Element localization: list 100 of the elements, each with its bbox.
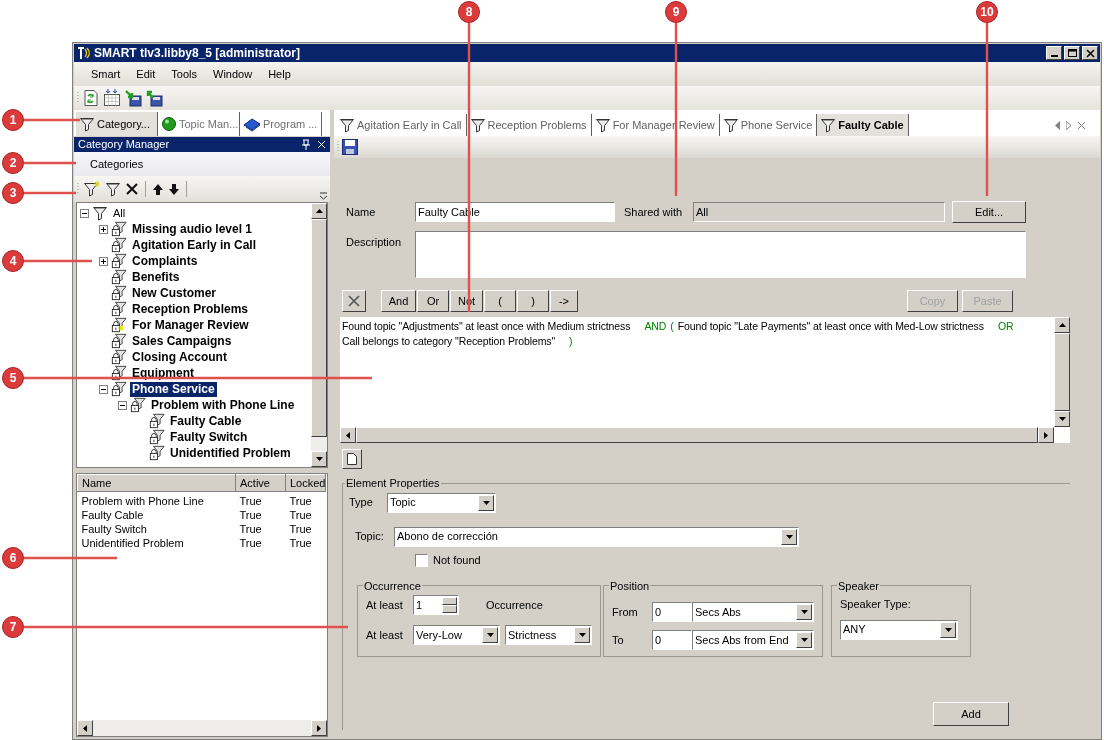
panel-tab[interactable]: Category... — [76, 112, 158, 136]
tree-item[interactable]: Complaints — [130, 253, 200, 269]
scroll-left-button[interactable] — [77, 720, 93, 736]
table-cell: Problem with Phone Line — [77, 491, 236, 508]
scrollbar-thumb[interactable] — [1054, 333, 1070, 411]
expand-icon[interactable] — [99, 224, 108, 234]
menu-item[interactable]: Window — [205, 63, 261, 85]
column-header[interactable]: Locked — [285, 474, 326, 492]
caret-icon — [482, 500, 490, 505]
table-cell-text: Unidentified Problem — [80, 536, 185, 550]
field-label: Name — [346, 204, 377, 220]
collapse-icon[interactable] — [80, 208, 89, 218]
edit-button[interactable]: Edit... — [952, 201, 1026, 223]
disk-arrow-icon[interactable] — [124, 89, 142, 107]
collapse-icon[interactable] — [99, 384, 108, 394]
level-dropdown[interactable]: Very-Low — [413, 625, 500, 645]
tree-item[interactable]: All — [111, 205, 128, 221]
expand-icon[interactable] — [99, 256, 108, 266]
tree-item[interactable]: Reception Problems — [130, 301, 251, 317]
column-header[interactable]: Active — [235, 474, 286, 492]
operator-button[interactable]: And — [381, 290, 416, 312]
funnel-star-icon[interactable] — [83, 180, 101, 198]
scroll-up-button[interactable] — [1054, 317, 1070, 333]
up-arrow-icon[interactable] — [152, 182, 164, 196]
maximize-button[interactable] — [1064, 46, 1080, 60]
shared-with-field[interactable]: All — [693, 202, 945, 222]
tree-item[interactable]: Problem with Phone Line — [149, 397, 297, 413]
menu-item[interactable]: Smart — [83, 63, 129, 85]
window-title: SMART tlv3.libby8_5 [administrator] — [94, 45, 301, 62]
scroll-right-button[interactable] — [311, 720, 327, 736]
caret-icon — [800, 638, 808, 642]
operator-button[interactable]: -> — [550, 290, 578, 312]
callout-marker: 6 — [2, 547, 24, 569]
new-element-button[interactable] — [342, 449, 362, 469]
column-header[interactable]: Name — [77, 474, 236, 492]
minimize-button[interactable] — [1046, 46, 1062, 60]
right-arrow-icon — [1044, 431, 1048, 439]
refresh-document-icon[interactable] — [82, 89, 100, 107]
unit-dropdown[interactable]: Secs Abs from End — [692, 630, 814, 650]
operator-button[interactable]: ) — [517, 290, 549, 312]
tree-item[interactable]: Benefits — [130, 269, 182, 285]
collapse-icon[interactable] — [118, 400, 127, 410]
operator-button[interactable]: ( — [484, 290, 516, 312]
table-cell-text: True — [238, 508, 263, 522]
scroll-right-button[interactable] — [1038, 427, 1054, 443]
tree-item[interactable]: Sales Campaigns — [130, 333, 234, 349]
operator-keyword: ) — [569, 334, 573, 349]
type-dropdown[interactable]: Topic — [387, 492, 496, 513]
tree-item[interactable]: Phone Service — [130, 381, 217, 397]
strictness-dropdown[interactable]: Strictness — [505, 625, 592, 645]
scroll-down-button[interactable] — [311, 451, 327, 467]
to-field[interactable]: 0 — [652, 630, 692, 650]
callout-marker: 10 — [976, 1, 998, 23]
callout-marker: 5 — [2, 367, 24, 389]
table-cell: True — [235, 491, 286, 508]
scroll-left-icon[interactable] — [1055, 120, 1060, 130]
selection-dropdown[interactable]: Abono de corrección — [394, 526, 799, 547]
down-arrow-icon[interactable] — [168, 182, 180, 196]
tree-item[interactable]: Agitation Early in Call — [130, 237, 259, 253]
tree-item[interactable]: Missing audio level 1 — [130, 221, 255, 237]
funnel-icon[interactable] — [105, 181, 121, 197]
tree-item[interactable]: For Manager Review — [130, 317, 251, 333]
field-label: Occurrence — [486, 597, 543, 613]
operator-button[interactable]: Or — [417, 290, 449, 312]
table-cell-text: True — [238, 536, 263, 550]
tree-item[interactable]: Unidentified Problem — [168, 445, 293, 461]
grid-arrow-icon[interactable] — [103, 89, 121, 107]
scroll-up-button[interactable] — [311, 203, 327, 219]
tree-item[interactable]: Equipment — [130, 365, 196, 381]
scrollbar-thumb[interactable] — [311, 219, 327, 437]
description-field[interactable] — [415, 231, 1026, 278]
tree-item[interactable]: Closing Account — [130, 349, 229, 365]
tree-item[interactable]: Faulty Switch — [168, 429, 250, 445]
delete-icon[interactable] — [125, 182, 139, 196]
menu-item[interactable]: Edit — [128, 63, 164, 85]
from-field[interactable]: 0 — [652, 602, 692, 622]
checkbox[interactable] — [415, 554, 428, 567]
spinner-field[interactable]: 1 — [413, 595, 459, 615]
table-cell: True — [285, 491, 326, 508]
add-button[interactable]: Add — [933, 702, 1009, 726]
scroll-right-icon[interactable] — [1066, 120, 1071, 130]
menu-item[interactable]: Tools — [163, 63, 205, 85]
clear-button[interactable] — [342, 290, 366, 312]
document-tab[interactable]: Faulty Cable — [817, 114, 909, 136]
group-title: Occurrence — [363, 578, 422, 594]
tree-item[interactable]: New Customer — [130, 285, 219, 301]
pin-icon[interactable] — [301, 139, 311, 150]
scroll-left-button[interactable] — [340, 427, 356, 443]
field-label: At least — [366, 597, 404, 613]
speaker-dropdown[interactable]: ANY — [840, 619, 958, 640]
tree-item[interactable]: Faulty Cable — [168, 413, 244, 429]
save-icon[interactable] — [342, 139, 358, 155]
disk-arrow-icon[interactable] — [145, 89, 163, 107]
callout-marker: 9 — [665, 1, 687, 23]
field-label: Type — [349, 495, 374, 511]
expression-text: Call belongs to category "Reception Problems" — [342, 334, 556, 349]
scroll-down-button[interactable] — [1054, 411, 1070, 427]
close-button[interactable] — [1082, 46, 1098, 60]
menu-item[interactable]: Help — [260, 63, 299, 85]
unit-dropdown[interactable]: Secs Abs — [692, 602, 814, 622]
